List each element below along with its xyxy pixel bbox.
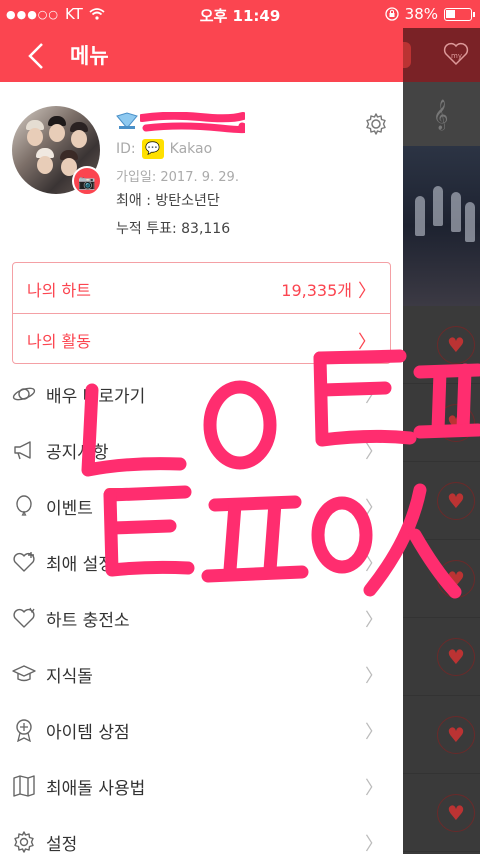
user-id-line: ID: 💬 Kakao [116,139,212,159]
music-icon: 𝄞 [433,100,449,130]
chevron-right-icon: 〉 [365,442,383,463]
menu-item-label: 배우 바로가기 [46,387,146,407]
book-map-icon [13,775,35,797]
heart-vote-icon: ♥ [437,404,475,442]
chevron-right-icon: 〉 [365,778,383,799]
my-heart-icon: my [443,42,469,66]
photo-figure [465,202,475,242]
status-bar: ●●●○○ KT 오후 11:49 38% [0,0,480,28]
chevron-right-icon: 〉 [365,722,383,743]
menu-item-label: 이벤트 [46,499,93,519]
menu-item-knowledge-idol[interactable]: 지식돌 〉 [0,646,403,702]
stats-box: 나의 하트 19,335개 〉 나의 활동 〉 [12,262,391,364]
menu-item-label: 하트 충전소 [46,611,130,631]
redacted-name-scribble [140,112,245,134]
chevron-right-icon: 〉 [365,666,383,687]
new-badge: NEW [104,488,133,499]
photo-figure [433,186,443,226]
heart-vote-icon: ♥ [437,482,475,520]
my-activity-row[interactable]: 나의 활동 〉 [13,313,390,363]
menu-item-label: 공지사항 [46,443,109,463]
background-tabbar: 𝄞 [403,82,480,146]
menu-list: 배우 바로가기 〉 공지사항 〉 이벤트 NEW 〉 최애 설정 〉 하트 충전… [0,366,403,854]
rotation-lock-icon [385,7,399,21]
join-date: 가입일: 2017. 9. 29. [116,170,239,185]
menu-item-label: 아이템 상점 [46,723,130,743]
background-photo [403,146,480,306]
rank-badge-icon [116,112,138,129]
background-list: ♥ ♥ ♥ ♥ ♥ ♥ ♥ [403,306,480,852]
orbit-icon [12,387,36,401]
heart-vote-icon: ♥ [437,560,475,598]
graduation-cap-icon [12,665,36,682]
menu-drawer: 메뉴 📷 ID: 💬 Kakao 가입일: 2017. 9. 29. 최애: … [0,0,403,854]
camera-icon[interactable]: 📷 [72,166,102,196]
battery-percent: 38% [404,5,438,23]
chevron-right-icon: 〉 [365,610,383,631]
menu-header: 메뉴 [0,28,403,82]
menu-item-actor-shortcut[interactable]: 배우 바로가기 〉 [0,366,403,422]
chevron-right-icon: 〉 [358,332,376,353]
menu-item-label: 설정 [46,835,78,854]
heart-vote-icon: ♥ [437,326,475,364]
id-label: ID: [116,141,136,157]
battery-level [446,9,455,18]
photo-figure [451,192,461,232]
menu-item-how-to-use[interactable]: 최애돌 사용법 〉 [0,758,403,814]
settings-gear-icon[interactable] [364,112,388,136]
menu-item-favorite-setting[interactable]: 최애 설정 〉 [0,534,403,590]
menu-item-label: 지식돌 [46,667,93,687]
menu-item-item-shop[interactable]: 아이템 상점 〉 [0,702,403,758]
chevron-right-icon: 〉 [365,554,383,575]
background-header: my [403,28,480,82]
profile-section: 📷 ID: 💬 Kakao 가입일: 2017. 9. 29. 최애 : 방탄소… [0,82,403,254]
chevron-right-icon: 〉 [365,834,383,854]
back-chevron-icon[interactable] [24,42,48,70]
chevron-right-icon: 〉 [365,498,383,519]
megaphone-icon [14,441,31,460]
my-hearts-row[interactable]: 나의 하트 19,335개 〉 [13,263,390,313]
gear-icon [14,831,34,853]
menu-item-label: 최애돌 사용법 [46,779,146,799]
my-hearts-value: 19,335개 [281,281,352,300]
menu-item-notice[interactable]: 공지사항 〉 [0,422,403,478]
id-provider: Kakao [169,141,213,157]
total-votes: 누적 투표: 83,116 [116,221,231,237]
heart-charge-icon [13,607,35,628]
heart-vote-icon: ♥ [437,638,475,676]
medal-icon [16,719,32,742]
menu-item-event[interactable]: 이벤트 NEW 〉 [0,478,403,534]
chevron-right-icon: 〉 [365,386,383,407]
heart-plus-icon [13,552,35,572]
my-hearts-label: 나의 하트 [27,281,91,300]
page-title: 메뉴 [70,44,109,68]
menu-item-label: 최애 설정 [46,555,114,575]
battery-icon [444,7,475,21]
favorite-idol: 최애 : 방탄소년단 [116,193,220,209]
person-icon [403,42,411,68]
my-activity-label: 나의 활동 [27,332,91,351]
svg-text:my: my [451,52,462,60]
chevron-right-icon: 〉 [358,281,376,302]
photo-figure [415,196,425,236]
menu-item-heart-charge[interactable]: 하트 충전소 〉 [0,590,403,646]
kakao-icon: 💬 [141,139,164,159]
heart-vote-icon: ♥ [437,794,475,832]
balloon-icon [16,495,32,516]
heart-vote-icon: ♥ [437,716,475,754]
menu-item-settings[interactable]: 설정 〉 [0,814,403,854]
